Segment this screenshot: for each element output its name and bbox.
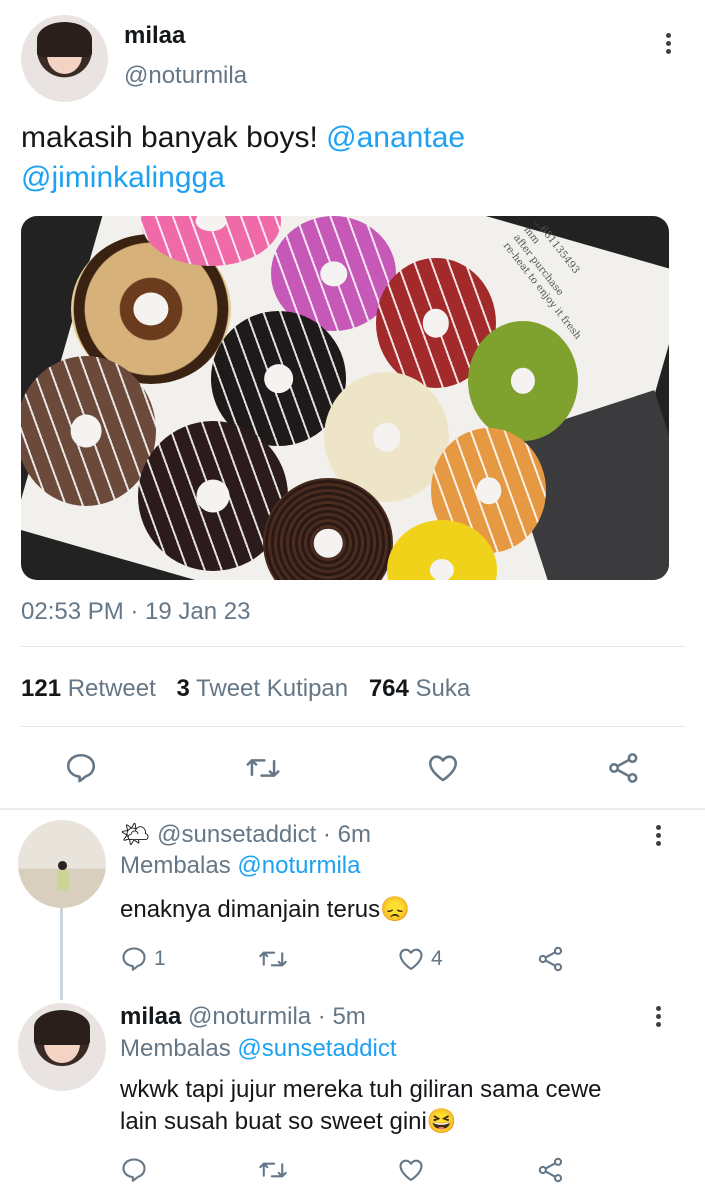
retweets-count: 121 (21, 675, 62, 702)
retweets-label: Retweet (67, 675, 156, 702)
likes-label: Suka (415, 675, 471, 702)
quotes-label: Tweet Kutipan (196, 675, 349, 702)
replying-to: Membalas @noturmila (120, 852, 360, 880)
reply-header: 🌤 @sunsetaddict · 6m (120, 820, 371, 849)
reply-count: 1 (154, 947, 166, 970)
retweet-icon[interactable] (245, 751, 281, 785)
retweet-icon[interactable] (258, 945, 288, 973)
mention-link[interactable]: @anantae (326, 121, 465, 154)
mention-link[interactable]: @jiminkalingga (21, 161, 225, 194)
share-icon[interactable] (607, 751, 641, 785)
reply-text: enaknya dimanjain terus😞 (120, 895, 410, 924)
timestamp[interactable]: 02:53 PM · 19 Jan 23 (21, 598, 250, 626)
mention-link[interactable]: @sunsetaddict (237, 1035, 396, 1062)
tweet-photo[interactable]: ...681135493 mm after purchase re-heat t… (21, 216, 669, 580)
divider (21, 726, 685, 727)
retweet-icon[interactable] (258, 1156, 288, 1184)
quotes-count: 3 (176, 675, 190, 702)
tweet-stats: 121 Retweet 3 Tweet Kutipan 764 Suka (21, 675, 470, 703)
handle[interactable]: @noturmila (124, 62, 247, 90)
divider (21, 646, 685, 647)
tweet-text: makasih banyak boys! @anantae @jiminkali… (21, 118, 681, 198)
reply-display-name[interactable]: milaa (120, 1003, 181, 1030)
quotes-stat[interactable]: 3 Tweet Kutipan (176, 675, 348, 702)
more-vertical-icon[interactable] (654, 825, 662, 846)
divider (0, 808, 705, 810)
donut-milk-chocolate (21, 356, 156, 506)
emoji: 😞 (380, 896, 411, 923)
reply-time: · 6m (316, 821, 371, 848)
share-icon[interactable] (537, 945, 565, 973)
replying-label: Membalas (120, 1035, 231, 1062)
more-vertical-icon[interactable] (654, 1006, 662, 1027)
likes-stat[interactable]: 764 Suka (369, 675, 470, 702)
reply-handle[interactable]: @noturmila (188, 1003, 311, 1030)
display-name[interactable]: milaa (124, 22, 185, 50)
heart-icon[interactable] (397, 1156, 425, 1184)
reply-icon[interactable] (64, 751, 98, 785)
like-count: 4 (431, 947, 443, 970)
more-vertical-icon[interactable] (664, 33, 672, 54)
donut-matcha (468, 321, 578, 441)
reply-handle[interactable]: @sunsetaddict (157, 821, 316, 848)
reply-text-line: lain susah buat so sweet gini (120, 1108, 427, 1135)
share-icon[interactable] (537, 1156, 565, 1184)
reply-header: milaa @noturmila · 5m (120, 1003, 366, 1031)
reply-icon[interactable] (120, 945, 148, 973)
tweet-text-plain: makasih banyak boys! (21, 121, 318, 154)
reply-text-body: enaknya dimanjain terus (120, 896, 381, 923)
heart-icon[interactable] (426, 751, 460, 785)
heart-icon[interactable] (397, 945, 425, 973)
thread-line (60, 908, 63, 1000)
reply-time: · 5m (311, 1003, 366, 1030)
reply-text: wkwk tapi jujur mereka tuh giliran sama … (120, 1074, 602, 1138)
weather-emoji: 🌤 (120, 821, 151, 848)
replying-label: Membalas (120, 852, 231, 879)
likes-count: 764 (368, 675, 409, 702)
emoji: 😆 (426, 1108, 457, 1135)
avatar[interactable] (18, 820, 106, 908)
reply-text-line: wkwk tapi jujur mereka tuh giliran sama … (120, 1076, 602, 1103)
retweets-stat[interactable]: 121 Retweet (21, 675, 156, 702)
avatar[interactable] (18, 1003, 106, 1091)
avatar[interactable] (21, 15, 108, 102)
mention-link[interactable]: @noturmila (237, 852, 360, 879)
replying-to: Membalas @sunsetaddict (120, 1035, 397, 1063)
reply-icon[interactable] (120, 1156, 148, 1184)
